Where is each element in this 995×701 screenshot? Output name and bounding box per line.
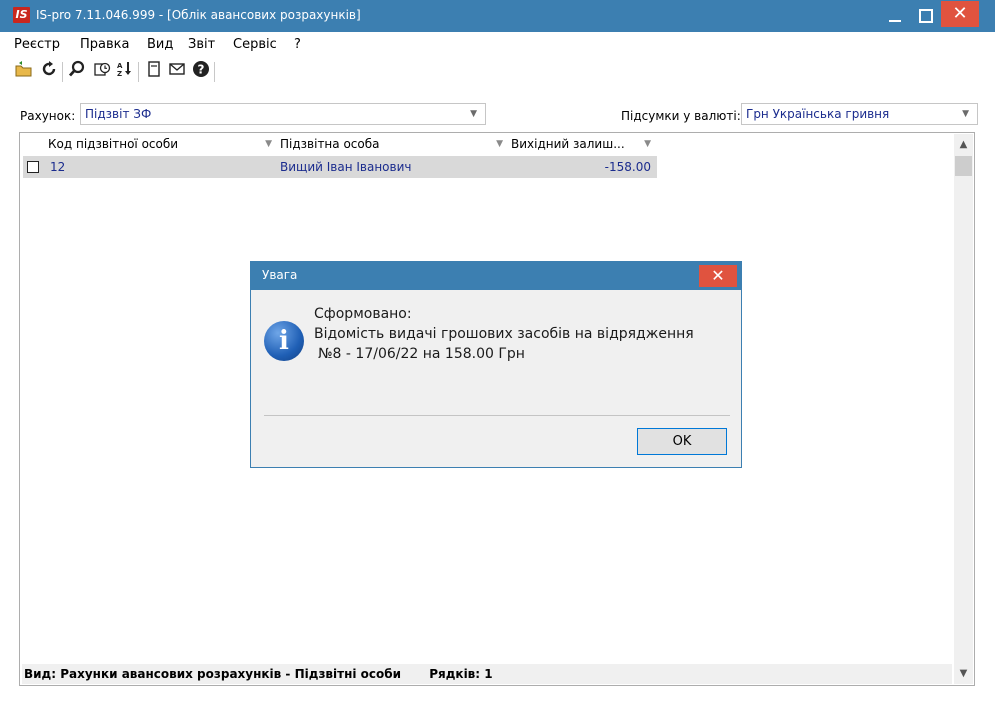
menu-help[interactable]: ?: [294, 37, 301, 52]
scroll-down-icon[interactable]: ▼: [954, 665, 973, 683]
svg-text:?: ?: [198, 63, 205, 77]
dialog-title-bar: [251, 262, 741, 290]
dialog-title: Увага: [262, 268, 298, 282]
calc-icon[interactable]: [91, 60, 113, 84]
menu-register[interactable]: Реєстр: [14, 37, 60, 52]
help-icon[interactable]: ?: [190, 60, 212, 84]
minimize-button[interactable]: [880, 0, 910, 32]
account-value: Підзвіт ЗФ: [85, 107, 152, 121]
account-select[interactable]: Підзвіт ЗФ ▼: [80, 103, 486, 125]
dialog-divider: [264, 415, 730, 416]
app-logo-icon: IS: [13, 7, 30, 23]
window-title: IS-pro 7.11.046.999 - [Облік авансових р…: [36, 8, 361, 22]
dialog-message-line3: №8 - 17/06/22 на 158.00 Грн: [318, 346, 525, 362]
dialog-message-line1: Сформовано:: [314, 306, 412, 322]
column-header-person[interactable]: Підзвітна особа ▼: [280, 134, 509, 155]
currency-value: Грн Українська гривня: [746, 107, 890, 121]
sort-arrow-icon: ▼: [496, 139, 503, 149]
close-icon: ✕: [711, 266, 725, 285]
cell-code: 12: [50, 160, 66, 174]
svg-text:Z: Z: [117, 70, 122, 78]
maximize-button[interactable]: [910, 0, 940, 32]
close-window-button[interactable]: ✕: [941, 1, 979, 27]
status-view: Вид: Рахунки авансових розрахунків - Під…: [24, 667, 402, 681]
column-header-balance[interactable]: Вихідний залиш... ▼: [511, 134, 657, 155]
sort-icon[interactable]: AZ: [114, 60, 136, 84]
status-row-count: Рядків: 1: [429, 667, 493, 681]
menu-service[interactable]: Сервіс: [233, 37, 277, 52]
vertical-scrollbar[interactable]: [954, 134, 973, 684]
chevron-down-icon: ▼: [470, 109, 477, 119]
dialog-close-button[interactable]: ✕: [699, 265, 737, 287]
scroll-thumb[interactable]: [955, 156, 972, 176]
cell-person: Вищий Іван Іванович: [280, 160, 412, 174]
dialog-message-line2: Відомість видачі грошових засобів на від…: [314, 326, 694, 342]
refresh-icon[interactable]: [38, 60, 60, 84]
scroll-up-icon[interactable]: ▲: [954, 136, 973, 154]
search-icon[interactable]: [66, 60, 88, 84]
currency-select[interactable]: Грн Українська гривня ▼: [741, 103, 978, 125]
sort-arrow-icon: ▼: [644, 139, 651, 149]
column-header-code[interactable]: Код підзвітної особи ▼: [46, 134, 278, 155]
menu-report[interactable]: Звіт: [188, 37, 215, 52]
menu-edit[interactable]: Правка: [80, 37, 129, 52]
mail-icon[interactable]: [166, 60, 188, 84]
close-icon: ✕: [952, 3, 968, 24]
currency-label: Підсумки у валюті:: [621, 109, 741, 123]
open-folder-icon[interactable]: [13, 60, 35, 84]
svg-text:A: A: [117, 62, 123, 70]
account-label: Рахунок:: [20, 109, 76, 123]
ok-button[interactable]: OK: [637, 428, 727, 455]
info-icon: i: [264, 321, 304, 361]
status-bar: Вид: Рахунки авансових розрахунків - Під…: [22, 664, 952, 684]
cell-balance: -158.00: [604, 160, 651, 174]
row-checkbox[interactable]: [27, 161, 39, 173]
page-icon[interactable]: [143, 60, 165, 84]
chevron-down-icon: ▼: [962, 109, 969, 119]
menu-view[interactable]: Вид: [147, 37, 173, 52]
sort-arrow-icon: ▼: [265, 139, 272, 149]
